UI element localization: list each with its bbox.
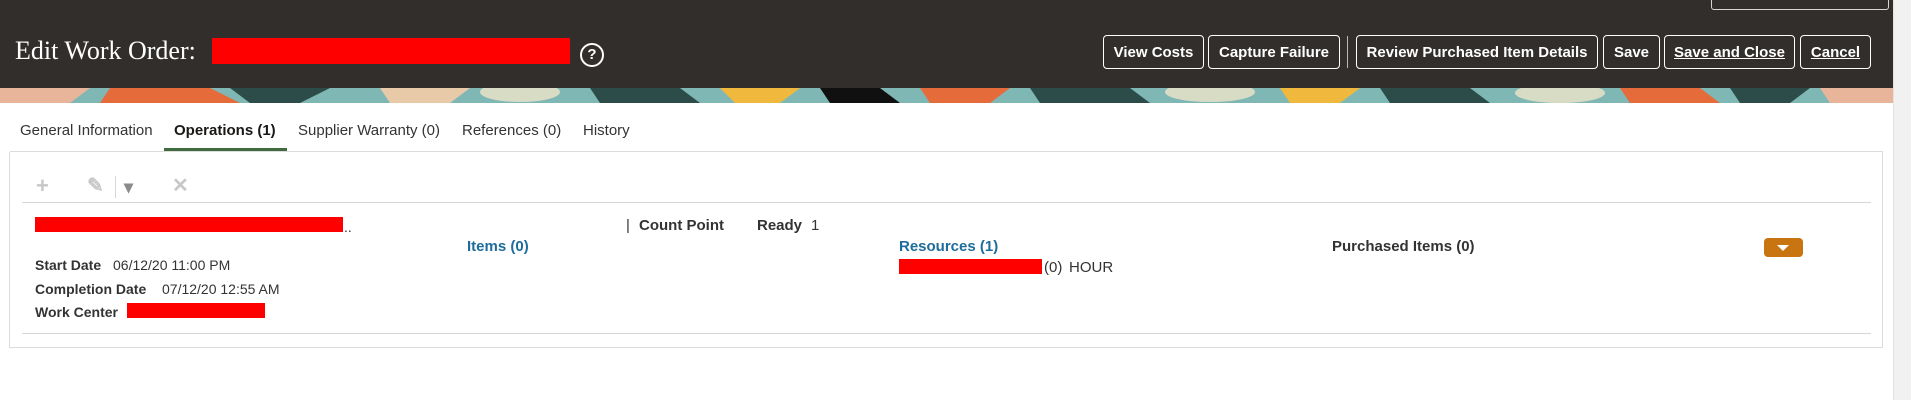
completion-date-label: Completion Date bbox=[35, 281, 147, 297]
toolbar-separator bbox=[115, 176, 116, 198]
edit-icon[interactable]: ✎ bbox=[87, 175, 104, 197]
row-divider bbox=[22, 333, 1871, 334]
tab-history[interactable]: History bbox=[583, 118, 630, 151]
save-button[interactable]: Save bbox=[1603, 35, 1660, 69]
operation-name-ellipsis: .. bbox=[344, 219, 352, 235]
view-costs-button[interactable]: View Costs bbox=[1103, 35, 1204, 69]
save-and-close-button[interactable]: Save and Close bbox=[1664, 35, 1795, 69]
resource-quantity: (0) bbox=[1044, 259, 1063, 276]
tab-general-information[interactable]: General Information bbox=[20, 118, 153, 151]
completion-date-value: 07/12/20 12:55 AM bbox=[162, 281, 280, 297]
toolbar-separator bbox=[1347, 36, 1348, 68]
row-actions-button[interactable] bbox=[1764, 238, 1803, 257]
purchased-items-label: Purchased Items (0) bbox=[1332, 238, 1475, 255]
ready-value: 1 bbox=[811, 217, 820, 234]
items-link[interactable]: Items (0) bbox=[467, 238, 529, 255]
capture-failure-button[interactable]: Capture Failure bbox=[1208, 35, 1340, 69]
start-date-label: Start Date bbox=[35, 257, 102, 273]
chevron-down-icon[interactable]: ▾ bbox=[124, 176, 133, 198]
global-header-button[interactable] bbox=[1711, 0, 1889, 10]
review-purchased-item-details-button[interactable]: Review Purchased Item Details bbox=[1356, 35, 1598, 69]
resource-name-redacted[interactable] bbox=[899, 259, 1042, 274]
start-date-value: 06/12/20 11:00 PM bbox=[113, 257, 231, 273]
page-title: Edit Work Order: bbox=[15, 36, 196, 65]
resource-uom: HOUR bbox=[1069, 259, 1114, 276]
vertical-scrollbar[interactable] bbox=[1893, 0, 1911, 400]
help-icon[interactable]: ? bbox=[580, 43, 604, 67]
count-point-label: Count Point bbox=[639, 217, 724, 234]
tab-supplier-warranty[interactable]: Supplier Warranty (0) bbox=[298, 118, 440, 151]
cancel-button[interactable]: Cancel bbox=[1800, 35, 1871, 69]
work-center-label: Work Center bbox=[35, 304, 118, 320]
toolbar-divider bbox=[22, 202, 1871, 203]
page-header: Edit Work Order: ? View Costs Capture Fa… bbox=[0, 0, 1893, 103]
delete-icon[interactable]: ✕ bbox=[172, 175, 189, 197]
separator-bar: | bbox=[626, 217, 630, 234]
operation-name-redacted bbox=[35, 217, 343, 232]
add-icon[interactable]: + bbox=[36, 175, 49, 197]
resources-link[interactable]: Resources (1) bbox=[899, 238, 998, 255]
tab-operations[interactable]: Operations (1) bbox=[164, 118, 287, 151]
work-order-number-redacted bbox=[212, 38, 570, 64]
tab-references[interactable]: References (0) bbox=[462, 118, 561, 151]
decorative-banner bbox=[0, 88, 1893, 103]
banner-pattern bbox=[0, 88, 1893, 103]
work-center-redacted[interactable] bbox=[127, 303, 265, 318]
chevron-down-icon bbox=[1777, 245, 1789, 251]
ready-label: Ready bbox=[757, 217, 803, 234]
